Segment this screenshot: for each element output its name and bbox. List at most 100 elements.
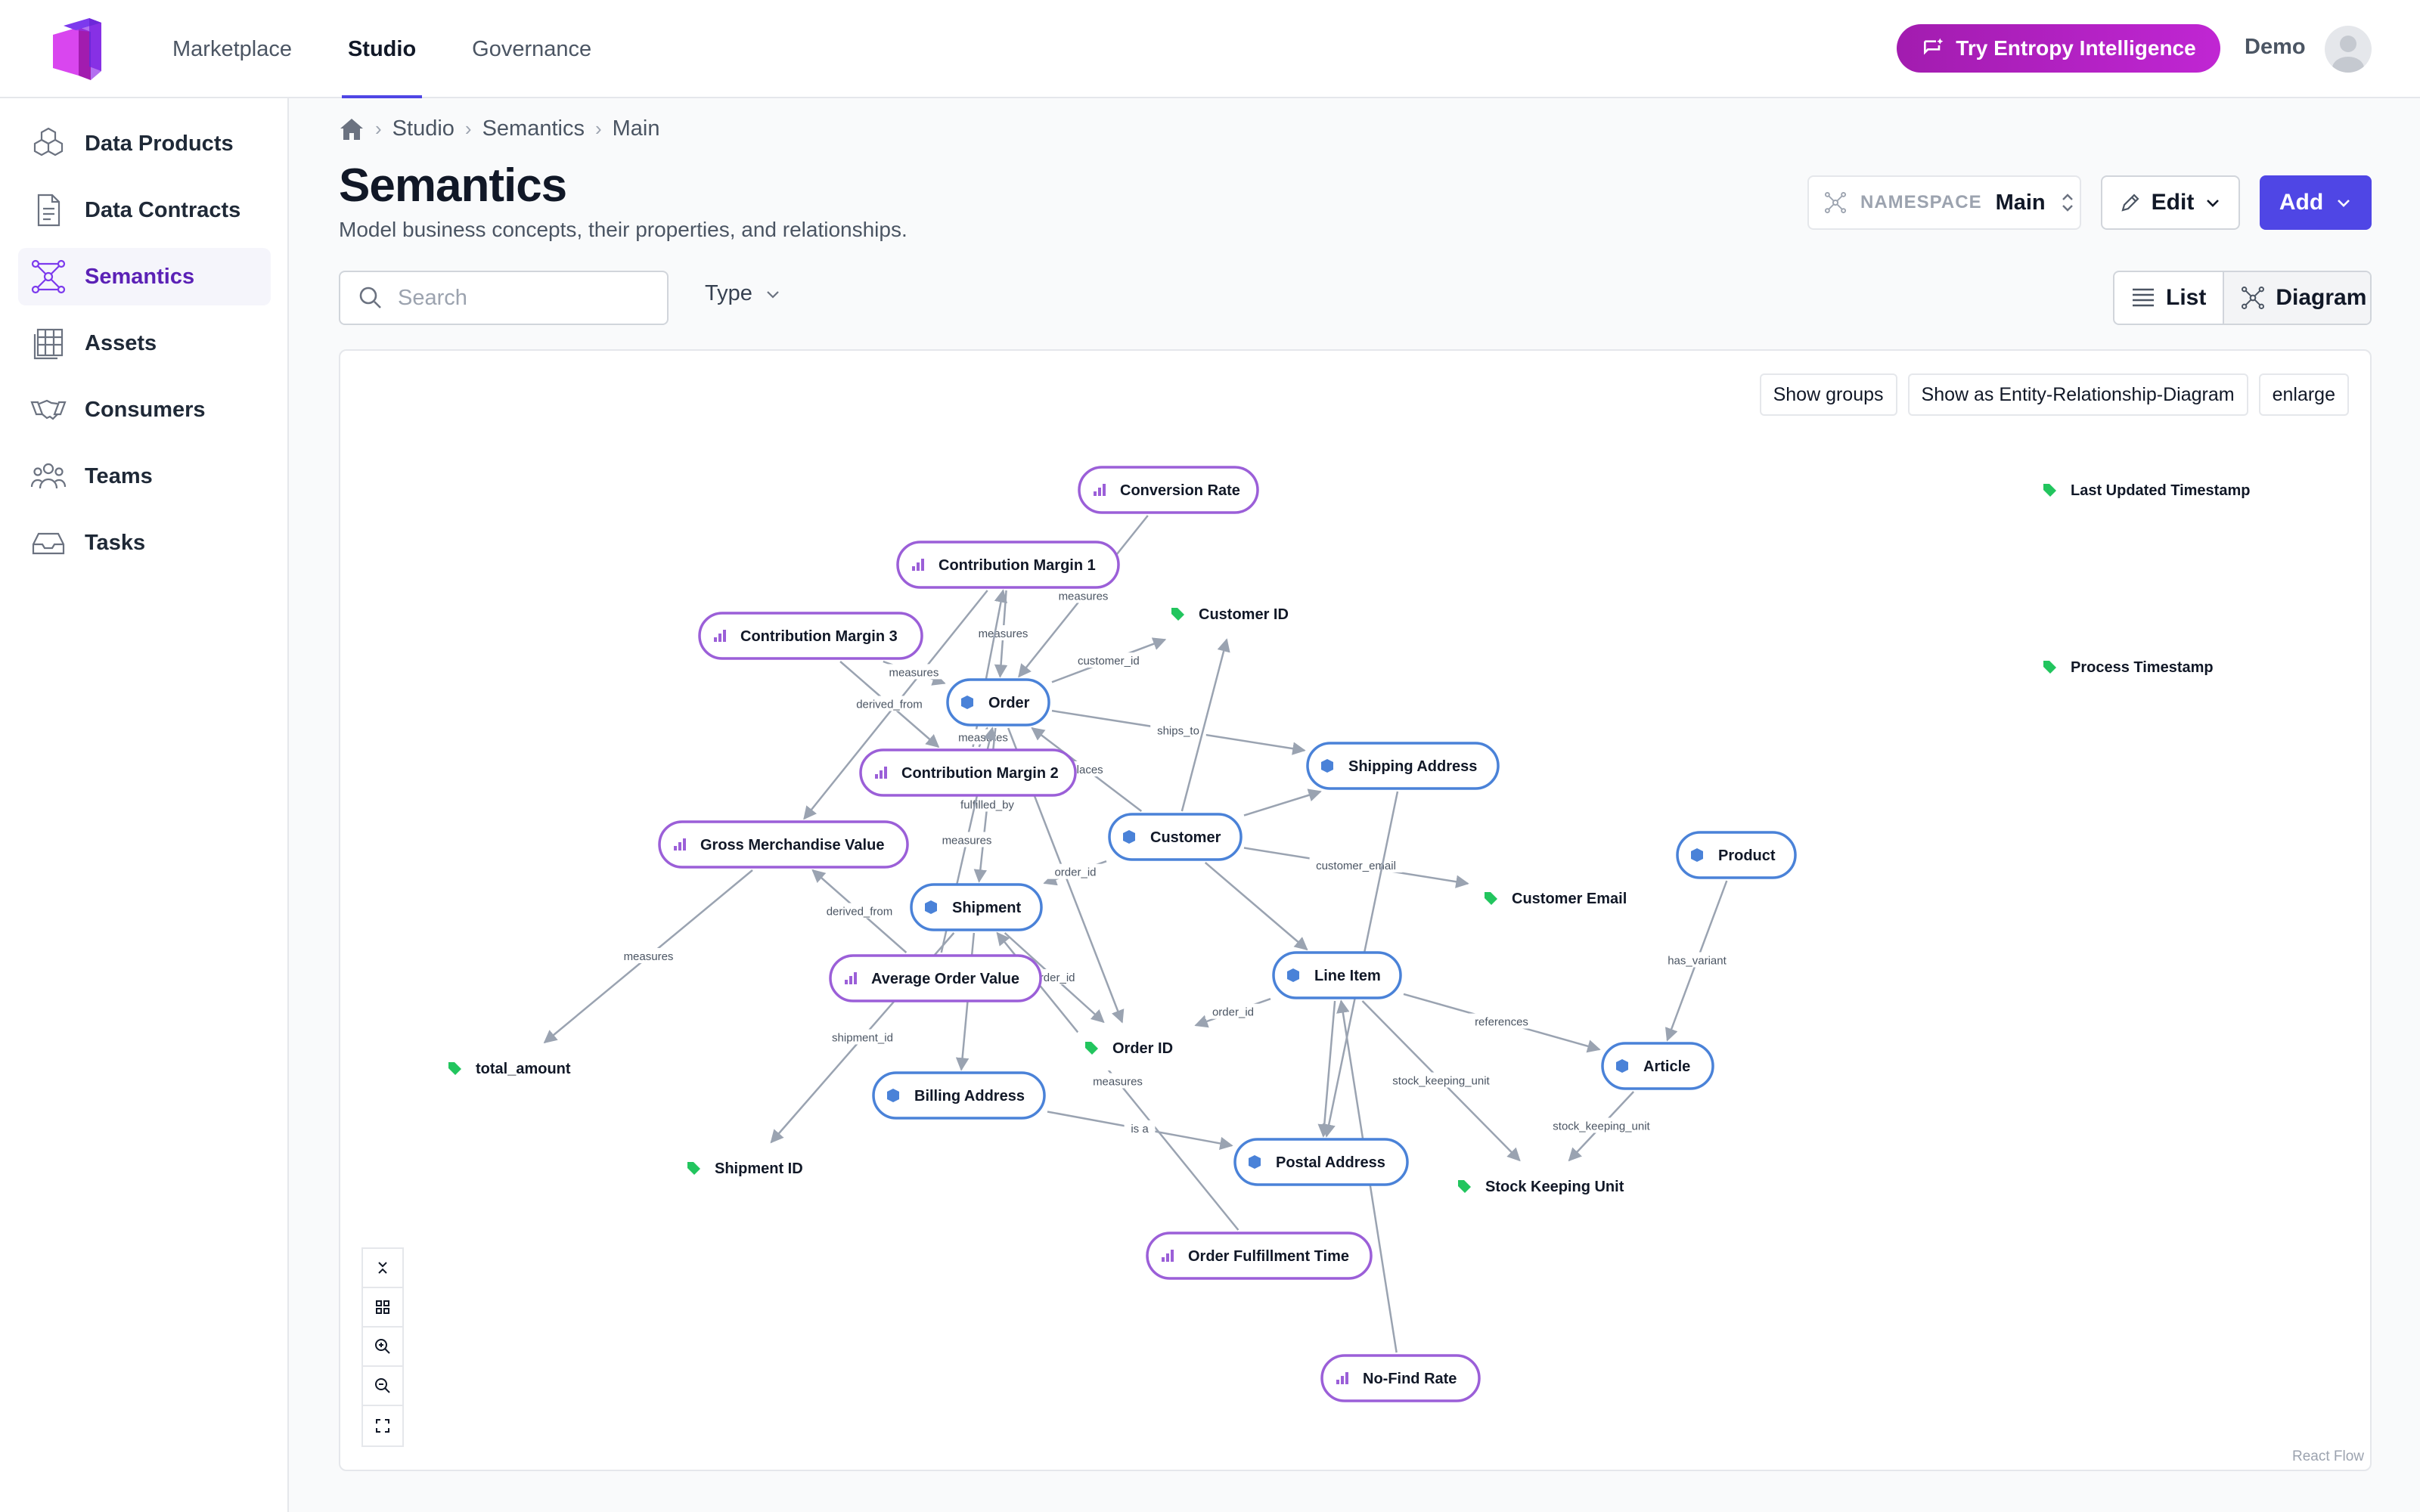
node-label: Shipment ID [715, 1160, 803, 1177]
view-diagram-button[interactable]: Diagram [2223, 272, 2370, 324]
tab-studio[interactable]: Studio [341, 0, 423, 98]
view-list-button[interactable]: List [2114, 272, 2223, 324]
node-aov[interactable]: Average Order Value [829, 954, 1042, 1002]
breadcrumb-item-studio[interactable]: Studio [392, 116, 455, 141]
search-field[interactable] [339, 271, 669, 325]
node-customer_email[interactable]: Customer Email [1471, 875, 1648, 921]
edit-button[interactable]: Edit [2101, 175, 2240, 230]
breadcrumb-item-semantics[interactable]: Semantics [482, 116, 585, 141]
diagram-canvas[interactable]: measures measures measures derived_from meas… [339, 349, 2372, 1471]
node-cm1[interactable]: Contribution Margin 1 [896, 541, 1120, 589]
edge-label: fulfilled_by [960, 799, 1014, 812]
node-order_id[interactable]: Order ID [1072, 1025, 1193, 1070]
icon-bar [849, 976, 852, 984]
node-total_amount[interactable]: total_amount [435, 1046, 592, 1091]
user-name[interactable]: Demo [2245, 35, 2306, 60]
chevron-right-icon: › [464, 117, 472, 140]
search-input[interactable] [398, 285, 640, 311]
table-icon [33, 328, 64, 360]
auto-layout-button[interactable] [363, 1288, 402, 1328]
node-cm3[interactable]: Contribution Margin 3 [698, 612, 923, 660]
node-shipment_id[interactable]: Shipment ID [674, 1145, 824, 1191]
node-label: Process Timestamp [2071, 659, 2214, 676]
chevron-up-down-icon [2062, 194, 2073, 212]
edge-label: stock_keeping_unit [1392, 1075, 1490, 1088]
node-label: No-Find Rate [1363, 1371, 1457, 1387]
node-label: total_amount [476, 1061, 571, 1077]
view-toggle: List Diagram [2113, 271, 2372, 325]
node-label: Customer [1150, 829, 1221, 846]
icon-bar [1171, 1250, 1174, 1262]
edge-label: measures [1059, 590, 1109, 603]
react-flow-attribution[interactable]: React Flow [2292, 1448, 2364, 1465]
edge-lineitem-postaddr[interactable] [1317, 1000, 1336, 1138]
show-groups-button[interactable]: Show groups [1759, 373, 1897, 416]
node-cm2[interactable]: Contribution Margin 2 [859, 748, 1077, 797]
network-icon [2242, 287, 2265, 309]
fit-view-button[interactable] [363, 1406, 402, 1445]
sidebar-item-semantics[interactable]: Semantics [18, 248, 271, 305]
node-shipment[interactable]: Shipment [910, 883, 1043, 931]
tab-governance[interactable]: Governance [472, 0, 591, 98]
avatar[interactable] [2325, 26, 2372, 73]
sidebar-item-tasks[interactable]: Tasks [18, 514, 271, 572]
edge-label: measures [889, 666, 939, 679]
node-label: Order Fulfillment Time [1188, 1248, 1349, 1265]
sidebar-item-assets[interactable]: Assets [18, 314, 271, 372]
collapse-all-button[interactable] [363, 1249, 402, 1288]
edge-label: ships_to [1157, 724, 1199, 737]
edge-label: measures [958, 732, 1008, 745]
sidebar-item-data-products[interactable]: Data Products [18, 115, 271, 172]
sidebar-item-consumers[interactable]: Consumers [18, 381, 271, 438]
enlarge-button[interactable]: enlarge [2258, 373, 2349, 416]
show-erd-button[interactable]: Show as Entity-Relationship-Diagram [1907, 373, 2248, 416]
node-oft[interactable]: Order Fulfillment Time [1146, 1232, 1373, 1280]
node-shipaddr[interactable]: Shipping Address [1306, 742, 1500, 790]
node-conversion_rate[interactable]: Conversion Rate [1078, 466, 1259, 514]
node-nofind[interactable]: No-Find Rate [1320, 1354, 1481, 1402]
type-filter-dropdown[interactable]: Type [705, 281, 781, 306]
add-button[interactable]: Add [2260, 175, 2372, 230]
zoom-out-button[interactable] [363, 1367, 402, 1406]
edge-label: customer_id [1078, 655, 1140, 668]
node-customer_id[interactable]: Customer ID [1158, 591, 1309, 637]
semantic-graph[interactable]: measuresmeasuresmeasuresderived_frommeas… [340, 351, 2372, 1471]
breadcrumb-item-main[interactable]: Main [613, 116, 660, 141]
node-label: Article [1643, 1058, 1690, 1075]
edge-customer-lineitem[interactable] [1204, 862, 1308, 951]
page-subtitle: Model business concepts, their propertie… [339, 218, 908, 241]
namespace-select[interactable]: NAMESPACE Main [1807, 175, 2081, 230]
icon-bar [723, 630, 726, 642]
node-last_updated[interactable]: Last Updated Timestamp [2030, 467, 2275, 513]
node-article[interactable]: Article [1601, 1042, 1714, 1090]
edge-label: measures [1093, 1076, 1143, 1089]
chat-sparkle-icon [1924, 38, 1944, 55]
node-customer[interactable]: Customer [1108, 813, 1243, 861]
icon-bar [912, 566, 915, 571]
pencil-icon [2121, 194, 2139, 212]
home-icon[interactable] [339, 117, 365, 141]
entropy-logo-icon[interactable] [48, 15, 115, 82]
node-order[interactable]: Order [946, 678, 1050, 727]
sidebar-item-data-contracts[interactable]: Data Contracts [18, 181, 271, 239]
search-icon [359, 287, 381, 308]
node-sku[interactable]: Stock Keeping Unit [1444, 1163, 1646, 1209]
node-label: Conversion Rate [1120, 482, 1240, 499]
tab-marketplace[interactable]: Marketplace [172, 0, 292, 98]
icon-bar [678, 842, 681, 850]
top-nav: Marketplace Studio Governance [172, 0, 647, 98]
node-postaddr[interactable]: Postal Address [1233, 1138, 1409, 1186]
edge-customer-shipaddr[interactable] [1243, 789, 1322, 816]
handshake-icon [30, 399, 67, 420]
node-billaddr[interactable]: Billing Address [872, 1071, 1046, 1120]
node-gmv[interactable]: Gross Merchandise Value [658, 820, 909, 869]
node-lineitem[interactable]: Line Item [1272, 951, 1402, 999]
edge-label: shipment_id [832, 1032, 893, 1045]
node-product[interactable]: Product [1676, 831, 1797, 879]
edge-label: measures [979, 627, 1028, 640]
zoom-in-button[interactable] [363, 1328, 402, 1367]
node-process_ts[interactable]: Process Timestamp [2030, 644, 2235, 689]
sidebar-item-teams[interactable]: Teams [18, 448, 271, 505]
page-title: Semantics [339, 160, 567, 212]
try-entropy-intelligence-button[interactable]: Try Entropy Intelligence [1897, 24, 2220, 73]
